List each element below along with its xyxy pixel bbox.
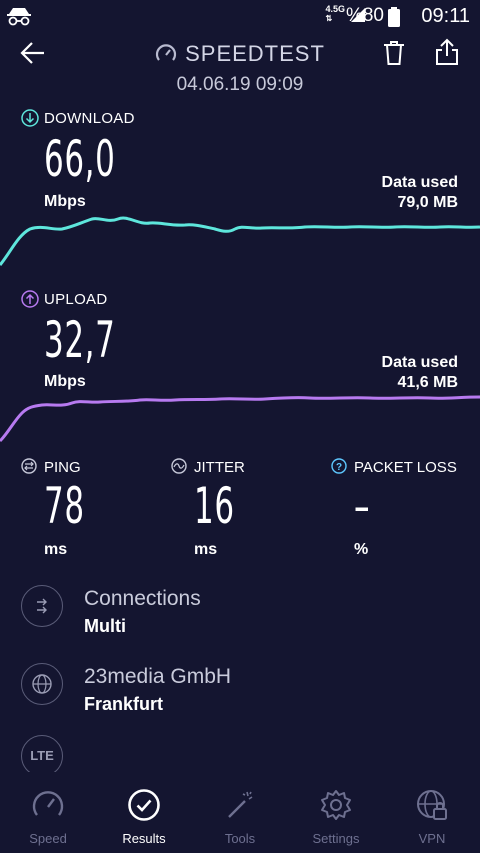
nav-speed[interactable]: Speed <box>0 772 96 846</box>
download-label: DOWNLOAD <box>44 110 135 127</box>
lte-badge: LTE <box>21 735 63 777</box>
nav-settings[interactable]: Settings <box>288 772 384 846</box>
globe-icon <box>21 663 63 705</box>
upload-graph <box>0 395 480 443</box>
download-data-used-label: Data used <box>381 174 458 191</box>
nav-results-label: Results <box>122 831 166 846</box>
provider-title: 23media GmbH <box>84 665 232 688</box>
download-value: 66,0 <box>44 130 116 188</box>
page-title: SPEEDTEST <box>0 40 480 67</box>
download-graph <box>0 216 480 266</box>
nav-settings-label: Settings <box>312 831 360 846</box>
nav-vpn[interactable]: VPN <box>384 772 480 846</box>
bottom-nav: Speed Results Tools Settings VPN <box>0 772 480 853</box>
nav-tools[interactable]: Tools <box>192 772 288 846</box>
jitter-unit: ms <box>194 541 218 558</box>
connections-value: Multi <box>84 616 126 636</box>
upload-data-used-label: Data used <box>381 354 458 371</box>
speedometer-icon <box>32 791 64 816</box>
packet-loss-unit: % <box>354 541 369 558</box>
ping-unit: ms <box>44 541 68 558</box>
globe-lock-icon <box>417 790 447 820</box>
nav-speed-label: Speed <box>29 831 67 846</box>
jitter-icon <box>171 458 187 474</box>
ping-value: 78 <box>44 477 85 535</box>
nav-results[interactable]: Results <box>96 772 192 846</box>
packet-loss-label: PACKET LOSS <box>354 459 457 476</box>
connections-icon <box>21 585 63 627</box>
share-icon[interactable] <box>435 38 459 66</box>
gear-icon <box>321 790 351 820</box>
upload-icon <box>21 290 39 308</box>
provider-location: Frankfurt <box>84 694 164 714</box>
check-circle-icon <box>128 789 160 821</box>
battery-icon <box>388 7 400 27</box>
packet-loss-value: – <box>354 477 371 535</box>
nav-tools-label: Tools <box>224 831 256 846</box>
upload-value: 32,7 <box>44 311 116 369</box>
test-timestamp: 04.06.19 09:09 <box>176 74 304 95</box>
jitter-label: JITTER <box>194 459 245 476</box>
jitter-value: 16 <box>194 477 235 535</box>
help-icon[interactable]: ? <box>331 458 347 474</box>
status-bar: 4.5G ⇅ %80 09:11 <box>0 0 480 32</box>
download-icon <box>21 109 39 127</box>
speedtest-logo-icon <box>156 44 177 61</box>
magic-wand-icon <box>228 791 253 818</box>
ping-icon <box>21 458 37 474</box>
trash-icon[interactable] <box>382 40 406 66</box>
connections-title: Connections <box>84 587 201 610</box>
nav-vpn-label: VPN <box>418 831 446 846</box>
incognito-icon <box>7 8 31 26</box>
battery-percent: %80 <box>345 5 384 26</box>
clock: 09:11 <box>421 5 470 27</box>
svg-text:?: ? <box>336 462 342 473</box>
network-type: 4.5G ⇅ <box>325 4 345 24</box>
ping-label: PING <box>44 459 81 476</box>
upload-label: UPLOAD <box>44 291 108 308</box>
